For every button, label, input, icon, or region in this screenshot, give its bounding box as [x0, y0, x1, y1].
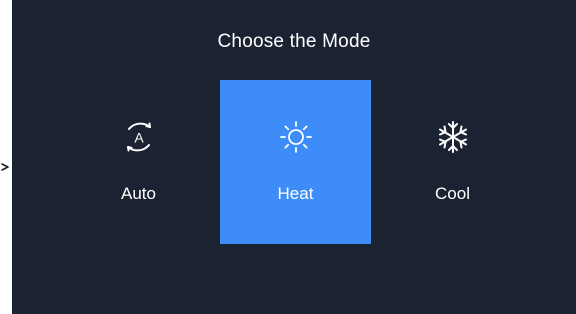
svg-text:A: A — [134, 130, 144, 146]
left-margin — [0, 0, 12, 314]
mode-auto-label: Auto — [121, 184, 156, 203]
snowflake-icon — [438, 121, 467, 153]
mode-cool-label: Cool — [435, 184, 470, 203]
auto-mode-icon: A — [126, 122, 151, 152]
pointer-arrow-icon — [1, 163, 9, 171]
mode-cool-button[interactable]: Cool — [377, 80, 528, 244]
page-title: Choose the Mode — [217, 31, 371, 52]
mode-auto-button[interactable]: A Auto — [63, 80, 214, 244]
mode-heat-button[interactable]: Heat — [220, 80, 371, 244]
mode-heat-label: Heat — [277, 184, 314, 203]
sun-icon — [279, 121, 312, 153]
